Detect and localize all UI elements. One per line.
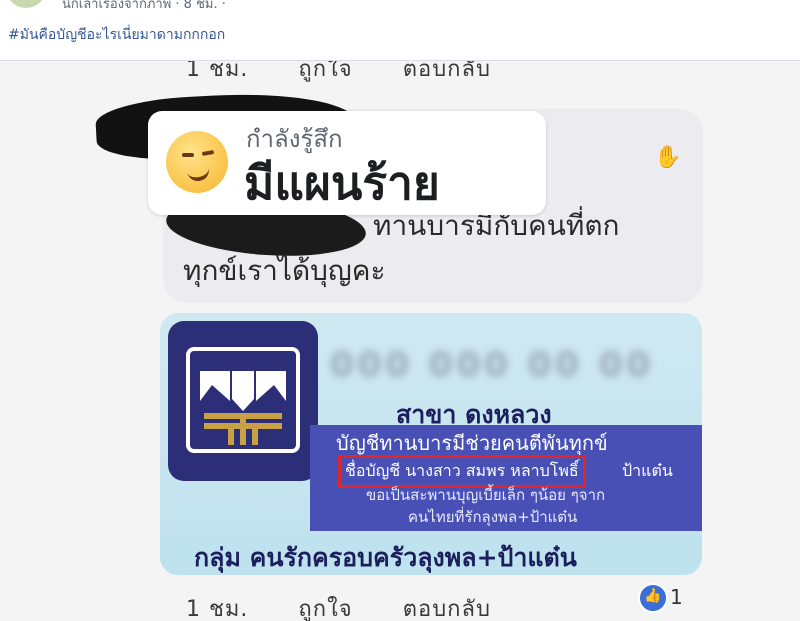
comment-time: 1 ชม. xyxy=(186,61,249,82)
smirk-emoji-icon xyxy=(166,131,228,193)
post-meta: นักเล่าเรื่องจากภาพ · 8 ชม. · xyxy=(62,0,226,12)
feeling-value: มีแผนร้าย xyxy=(244,156,440,210)
account-number-blurred: 000 000 00 00 xyxy=(330,345,655,385)
reaction-count: 1 xyxy=(670,585,683,609)
hashtag-link[interactable]: #มันคือบัญชีอะไรเนี่ยมาดามกกกอก xyxy=(8,24,225,46)
comment-line: ทุกข์เราได้บุญคะ xyxy=(183,254,386,287)
waving-hand-icon: ✋ xyxy=(654,145,682,170)
bank-logo-icon xyxy=(186,347,300,453)
comment-like: ถูกใจ xyxy=(298,61,353,82)
avatar[interactable] xyxy=(6,0,46,8)
comment-reply: ตอบกลับ xyxy=(402,61,491,82)
comment-reply: ตอบกลับ xyxy=(402,597,491,621)
like-reaction-icon xyxy=(638,583,668,613)
comment-actions-bottom: 1 ชม. ถูกใจ ตอบกลับ xyxy=(186,591,533,621)
bankbook-image: 000 000 00 00 สาขา ดงหลวง บัญชีทานบารมีช… xyxy=(160,313,702,575)
bank-logo xyxy=(168,321,318,481)
comment-like: ถูกใจ xyxy=(298,597,353,621)
comment-time: 1 ชม. xyxy=(186,597,249,621)
comment-actions-top: 1 ชม. ถูกใจ ตอบกลับ xyxy=(186,61,533,86)
post-photo[interactable]: 1 ชม. ถูกใจ ตอบกลับ ✋ ทานบารมีกับคนที่ตก… xyxy=(0,61,800,621)
group-name: กลุ่ม คนรักครอบครัวลุงพล+ป้าแต๋น xyxy=(194,543,577,572)
account-name-suffix: ป้าแต๋น xyxy=(622,461,673,480)
account-note-line: ขอเป็นสะพานบุญเบี้ยเล็ก ๆน้อย ๆจาก xyxy=(366,486,606,504)
post-header: นักเล่าเรื่องจากภาพ · 8 ชม. · #มันคือบัญ… xyxy=(0,0,800,60)
feeling-sticker: กำลังรู้สึก มีแผนร้าย xyxy=(148,111,546,215)
account-note-line: คนไทยที่รักลุงพล+ป้าแต๋น xyxy=(408,508,578,526)
